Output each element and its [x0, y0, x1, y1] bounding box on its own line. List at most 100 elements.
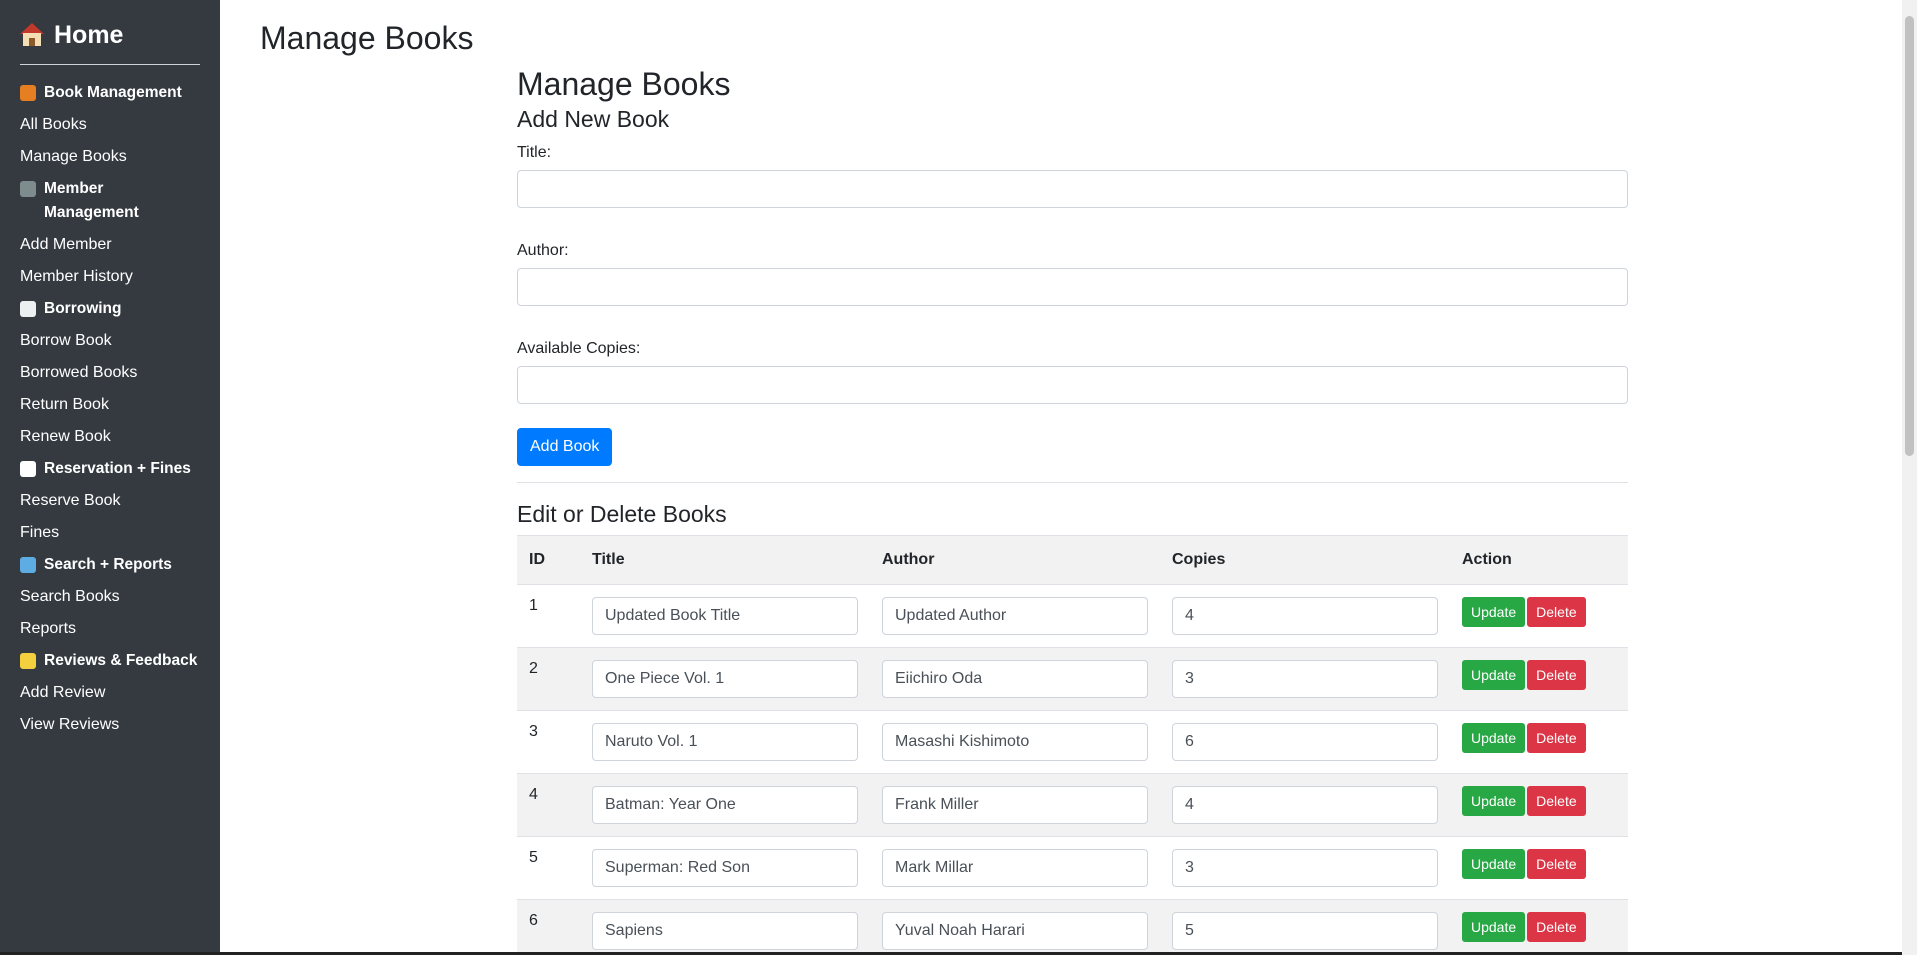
row-author-input[interactable] — [882, 912, 1148, 950]
row-author-input[interactable] — [882, 786, 1148, 824]
update-button[interactable]: Update — [1462, 849, 1526, 879]
sidebar-item[interactable]: Fines — [20, 517, 200, 549]
books-icon — [20, 85, 36, 101]
sidebar: Home Book Management All Books Manage Book… — [0, 0, 220, 955]
main-heading: Manage Books — [517, 66, 731, 102]
magnifier-icon — [20, 557, 36, 573]
home-label: Home — [54, 20, 124, 49]
header-copies: Copies — [1160, 535, 1450, 585]
row-copies-cell — [1160, 836, 1450, 900]
row-title-cell — [580, 584, 870, 648]
sidebar-section-label: Borrowing — [44, 300, 122, 317]
sidebar-item[interactable]: Reserve Book — [20, 485, 200, 517]
row-copies-cell — [1160, 647, 1450, 711]
sidebar-divider — [20, 64, 200, 65]
sidebar-item[interactable]: Member History — [20, 261, 200, 293]
row-title-input[interactable] — [592, 786, 858, 824]
row-id: 4 — [517, 773, 580, 837]
update-button[interactable]: Update — [1462, 912, 1526, 942]
table-row: 4 UpdateDelete — [517, 773, 1628, 837]
row-author-input[interactable] — [882, 849, 1148, 887]
row-title-input[interactable] — [592, 912, 858, 950]
row-author-cell — [870, 710, 1160, 774]
row-author-cell — [870, 836, 1160, 900]
row-copies-input[interactable] — [1172, 723, 1438, 761]
title-label: Title: — [517, 144, 552, 161]
sidebar-nav: Book Management All Books Manage Books Memb… — [20, 77, 200, 741]
row-title-input[interactable] — [592, 597, 858, 635]
sidebar-item[interactable]: View Reviews — [20, 709, 200, 741]
sidebar-item[interactable]: All Books — [20, 109, 200, 141]
row-title-cell — [580, 710, 870, 774]
row-copies-cell — [1160, 584, 1450, 648]
table-row: 3 UpdateDelete — [517, 710, 1628, 774]
delete-button[interactable]: Delete — [1527, 849, 1586, 879]
sidebar-item[interactable]: Borrow Book — [20, 325, 200, 357]
row-id: 5 — [517, 836, 580, 900]
row-author-cell — [870, 584, 1160, 648]
row-author-input[interactable] — [882, 723, 1148, 761]
row-copies-input[interactable] — [1172, 597, 1438, 635]
sidebar-section-label: Reviews & Feedback — [44, 652, 198, 669]
row-id: 3 — [517, 710, 580, 774]
vertical-scrollbar[interactable] — [1902, 0, 1917, 955]
sidebar-section-label: Search + Reports — [44, 556, 172, 573]
page-title: Manage Books — [260, 20, 474, 56]
row-copies-input[interactable] — [1172, 786, 1438, 824]
sidebar-item[interactable]: Reports — [20, 613, 200, 645]
copies-input[interactable] — [517, 366, 1628, 404]
row-title-input[interactable] — [592, 849, 858, 887]
row-author-cell — [870, 647, 1160, 711]
author-label: Author: — [517, 242, 569, 259]
sidebar-item[interactable]: Search Books — [20, 581, 200, 613]
update-button[interactable]: Update — [1462, 597, 1526, 627]
row-title-input[interactable] — [592, 660, 858, 698]
title-input[interactable] — [517, 170, 1628, 208]
delete-button[interactable]: Delete — [1527, 786, 1586, 816]
table-header-row: ID Title Author Copies Action — [517, 535, 1628, 585]
sidebar-item[interactable]: Add Member — [20, 229, 200, 261]
house-icon — [20, 23, 44, 47]
add-book-button[interactable]: Add Book — [517, 428, 613, 466]
delete-button[interactable]: Delete — [1527, 660, 1586, 690]
sidebar-item[interactable]: Return Book — [20, 389, 200, 421]
delete-button[interactable]: Delete — [1527, 912, 1586, 942]
sidebar-section-1: Member Management — [20, 173, 200, 229]
row-copies-input[interactable] — [1172, 912, 1438, 950]
edit-delete-heading: Edit or Delete Books — [517, 501, 727, 527]
row-copies-input[interactable] — [1172, 849, 1438, 887]
header-id: ID — [517, 535, 580, 585]
row-author-input[interactable] — [882, 660, 1148, 698]
copies-label: Available Copies: — [517, 340, 641, 357]
sidebar-section-4: Search + Reports — [20, 549, 200, 581]
row-author-input[interactable] — [882, 597, 1148, 635]
row-copies-input[interactable] — [1172, 660, 1438, 698]
row-id: 1 — [517, 584, 580, 648]
sidebar-section-3: Reservation + Fines — [20, 453, 200, 485]
table-row: 5 UpdateDelete — [517, 836, 1628, 900]
sidebar-item[interactable]: Renew Book — [20, 421, 200, 453]
row-action-cell: Update Delete — [1450, 899, 1628, 955]
memo-icon — [20, 653, 36, 669]
row-copies-cell — [1160, 899, 1450, 955]
section-divider — [517, 482, 1628, 483]
row-copies-cell — [1160, 710, 1450, 774]
update-button[interactable]: Update — [1462, 786, 1526, 816]
open-book-icon — [20, 301, 36, 317]
row-title-cell — [580, 647, 870, 711]
update-button[interactable]: Update — [1462, 660, 1526, 690]
sidebar-section-label: Book Management — [44, 84, 182, 101]
header-author: Author — [870, 535, 1160, 585]
update-button[interactable]: Update — [1462, 723, 1526, 753]
delete-button[interactable]: Delete — [1527, 723, 1586, 753]
main-content: Manage Books Add New Book Title: Author:… — [517, 64, 1629, 955]
table-row: 6 UpdateDelete — [517, 899, 1628, 955]
sidebar-item[interactable]: Borrowed Books — [20, 357, 200, 389]
delete-button[interactable]: Delete — [1527, 597, 1586, 627]
author-input[interactable] — [517, 268, 1628, 306]
home-link[interactable]: Home — [20, 18, 200, 52]
sidebar-item[interactable]: Add Review — [20, 677, 200, 709]
scrollbar-thumb[interactable] — [1905, 16, 1914, 456]
row-title-input[interactable] — [592, 723, 858, 761]
sidebar-item[interactable]: Manage Books — [20, 141, 200, 173]
